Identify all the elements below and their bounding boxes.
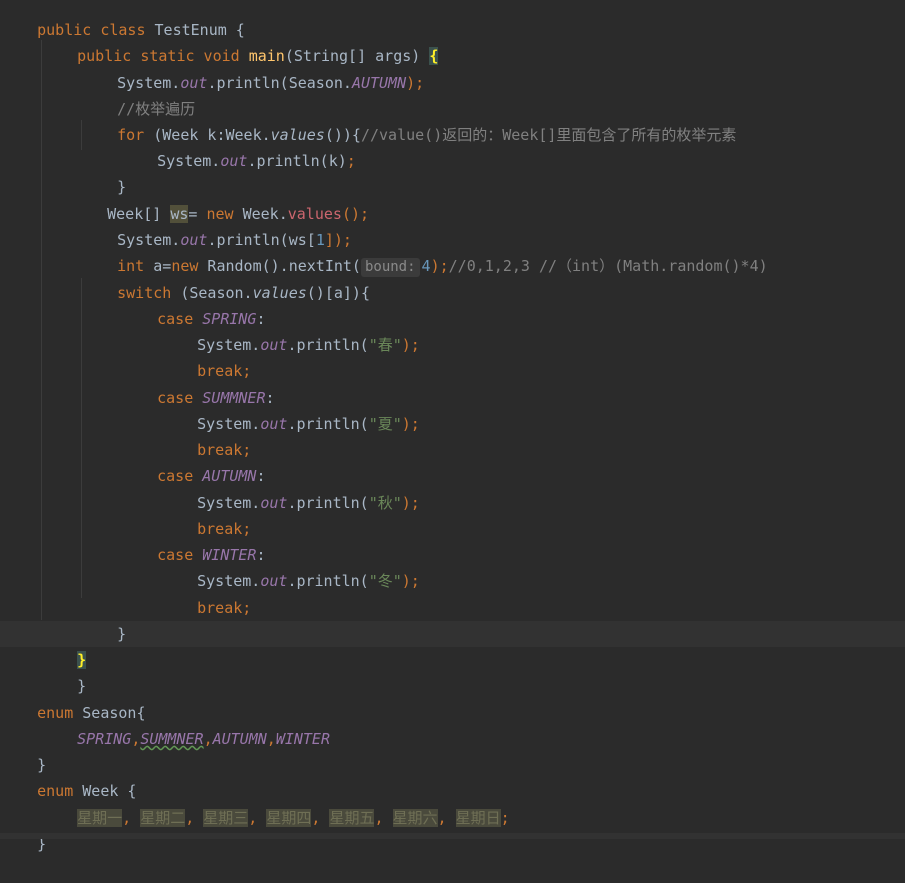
string-literal: "夏"	[368, 415, 402, 433]
code-text: );	[401, 336, 420, 354]
code-line: //枚举遍历	[81, 70, 195, 118]
code-line: break;	[161, 490, 251, 538]
code-line: System.out.println(Season.AUTUMN);	[81, 44, 424, 92]
code-text: );	[401, 415, 420, 433]
code-text: .println(	[287, 336, 369, 354]
comment: //0,1,2,3 //（int）(Math.random()*4)	[448, 257, 768, 275]
code-text: ,	[185, 809, 204, 827]
code-line: int a=new Random().nextInt(bound: 4);//0,…	[81, 227, 768, 277]
code-line: enum Season{	[1, 674, 145, 722]
code-line: System.out.println("冬");	[161, 542, 420, 590]
current-line-highlight	[0, 621, 905, 647]
code-text: ,	[374, 809, 393, 827]
code-text: ;	[346, 152, 356, 170]
code-line: case WINTER:	[121, 516, 265, 564]
code-line: System.out.println(k);	[121, 122, 356, 170]
enum-constant: 星期日	[455, 809, 501, 827]
code-text: ,	[248, 809, 267, 827]
code-text: .println(Season.	[207, 74, 352, 92]
code-line: case SUMMNER:	[121, 359, 274, 407]
code-line: SPRING,SUMMNER,AUTUMN,WINTER	[41, 700, 330, 748]
comment: //value()返回的：Week[]里面包含了所有的枚举元素	[360, 126, 737, 144]
string-literal: "秋"	[368, 494, 402, 512]
code-text: );	[430, 257, 449, 275]
code-text: .println(	[287, 415, 369, 433]
editor-bottom-edge	[0, 833, 905, 839]
code-text: System.	[157, 152, 221, 170]
enum-constant: 星期六	[392, 809, 438, 827]
code-line: }	[81, 595, 126, 643]
enum-constant: 星期四	[266, 809, 312, 827]
code-line: enum Week {	[1, 752, 136, 800]
enum-constant: 星期一	[77, 809, 123, 827]
string-literal: "冬"	[368, 572, 402, 590]
code-text: .println(	[287, 494, 369, 512]
code-text: );	[401, 572, 420, 590]
static-field: out	[260, 415, 288, 433]
code-line: System.out.println("春");	[161, 306, 420, 354]
code-line: Week[] ws= new Week.values();	[71, 175, 369, 223]
code-line: 星期一, 星期二, 星期三, 星期四, 星期五, 星期六, 星期日;	[41, 779, 510, 827]
enum-constant: AUTUMN	[212, 730, 267, 748]
static-field: out	[220, 152, 248, 170]
code-text: ,	[203, 730, 213, 748]
code-line: System.out.println("秋");	[161, 464, 420, 512]
code-line: switch (Season.values()[a]){	[81, 254, 370, 302]
code-line: }	[1, 726, 46, 774]
enum-constant: SUMMNER	[140, 730, 204, 748]
code-line: break;	[161, 411, 251, 459]
enum-constant: 星期五	[329, 809, 375, 827]
code-line: case AUTUMN:	[121, 437, 265, 485]
code-line: System.out.println("夏");	[161, 385, 420, 433]
code-text: );	[406, 74, 425, 92]
code-line: }	[1, 805, 46, 853]
code-line: }	[81, 148, 126, 196]
static-field: out	[260, 336, 288, 354]
code-text: ,	[131, 730, 141, 748]
code-text: ,	[266, 730, 276, 748]
code-line: }	[41, 647, 86, 695]
code-text: ,	[122, 809, 141, 827]
code-text: ,	[311, 809, 330, 827]
number-literal: 4	[421, 257, 431, 275]
enum-constant: AUTUMN	[351, 74, 407, 92]
brace: }	[117, 625, 127, 643]
code-line: public class TestEnum {	[1, 0, 245, 39]
code-text: ()[a]){	[306, 284, 370, 302]
code-text: .println(	[287, 572, 369, 590]
code-text: ;	[500, 809, 510, 827]
code-text: );	[401, 494, 420, 512]
static-field: out	[260, 572, 288, 590]
code-text: ,	[437, 809, 456, 827]
code-line: break;	[161, 569, 251, 617]
code-editor[interactable]: public class TestEnum { public static vo…	[0, 0, 905, 853]
enum-constant: SPRING	[77, 730, 132, 748]
static-field: out	[260, 494, 288, 512]
code-text: .println(k)	[247, 152, 347, 170]
code-line: public static void main(String[] args) {	[41, 17, 439, 65]
keyword: break;	[197, 599, 252, 617]
indent-guide	[41, 40, 42, 620]
enum-constant: WINTER	[275, 730, 330, 748]
enum-constant: 星期二	[140, 809, 186, 827]
enum-constant: 星期三	[203, 809, 249, 827]
code-line: for (Week k:Week.values()){//value()返回的：…	[81, 96, 736, 144]
matched-brace: {	[429, 47, 439, 65]
code-line: System.out.println(ws[1]);	[81, 201, 352, 249]
string-literal: "春"	[368, 336, 402, 354]
code-line: case SPRING:	[121, 280, 265, 328]
code-line: }	[41, 621, 87, 669]
code-line: break;	[161, 332, 251, 380]
